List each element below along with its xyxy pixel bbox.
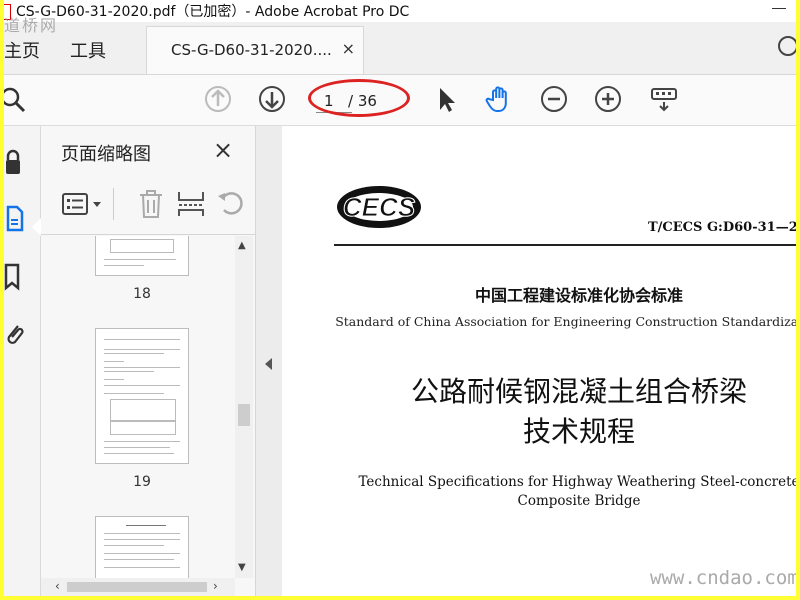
minimize-button[interactable]	[772, 8, 786, 9]
pdf-page: CECS T/CECS G:D60-31—202 中国工程建设标准化协会标准 S…	[282, 126, 796, 596]
thumb-line	[104, 385, 180, 386]
thumb-line	[104, 371, 154, 372]
logo-text: CECS	[343, 192, 416, 222]
close-tab-icon[interactable]: ×	[342, 39, 355, 58]
thumb-line	[104, 353, 164, 354]
zoom-out-icon[interactable]	[538, 83, 570, 115]
thumb-line	[104, 367, 180, 368]
organization-name-cn: 中国工程建设标准化协会标准	[474, 286, 683, 305]
insert-pages-icon[interactable]	[175, 188, 207, 220]
tab-tools[interactable]: 工具	[70, 37, 106, 63]
document-title-cn-line1: 公路耐候钢混凝土组合桥梁	[410, 375, 747, 408]
arrow-up-circle-icon[interactable]	[202, 83, 234, 115]
document-tab[interactable]: CS-G-D60-31-2020.... ×	[146, 26, 364, 74]
thumbnail-label: 19	[133, 474, 151, 490]
thumb-line	[104, 265, 144, 266]
collapse-panel-icon[interactable]	[265, 358, 272, 370]
thumb-line	[104, 545, 164, 546]
site-watermark: www.cndao.com	[650, 567, 796, 589]
trash-icon[interactable]	[135, 188, 167, 220]
thumbnail-label: 18	[133, 286, 151, 302]
page-thumbnails-icon[interactable]	[4, 204, 34, 234]
thumb-table	[110, 399, 176, 421]
thumb-table	[110, 239, 174, 253]
thumb-line	[104, 393, 164, 394]
thumbnail-list[interactable]: 18 19	[41, 236, 237, 578]
thumb-line	[104, 259, 176, 260]
standard-code: T/CECS G:D60-31—202	[648, 220, 796, 235]
rotate-icon[interactable]	[215, 188, 247, 220]
cursor-arrow-icon[interactable]	[430, 83, 462, 115]
scroll-right-icon[interactable]: ›	[213, 579, 218, 593]
document-title-cn-line2: 技术规程	[522, 415, 635, 448]
window-title: CS-G-D60-31-2020.pdf（已加密）- Adobe Acrobat…	[16, 4, 410, 20]
attachment-icon[interactable]	[4, 320, 34, 350]
hand-icon[interactable]	[484, 83, 516, 115]
tab-bar: 主页 工具 CS-G-D60-31-2020.... ×	[4, 22, 796, 75]
scroll-up-icon[interactable]: ▲	[238, 240, 246, 251]
options-menu-icon[interactable]	[61, 188, 105, 220]
page-thumbnails-panel: 页面缩略图 × 18 19 ▲ ▼ ‹ ›	[41, 126, 256, 596]
thumbnail-page-19[interactable]	[95, 328, 189, 464]
thumb-table	[110, 421, 176, 435]
lock-icon[interactable]	[4, 148, 34, 178]
thumb-line	[104, 361, 124, 362]
title-bar: CS-G-D60-31-2020.pdf（已加密）- Adobe Acrobat…	[4, 0, 796, 22]
red-highlight-ellipse	[308, 79, 410, 117]
help-icon[interactable]	[768, 32, 796, 60]
search-icon[interactable]	[4, 83, 30, 115]
document-title-en-line1: Technical Specifications for Highway Wea…	[358, 474, 796, 490]
active-panel-marker	[32, 218, 41, 236]
thumb-line	[104, 379, 124, 380]
toolbar-separator	[113, 188, 114, 220]
scrollbar-thumb[interactable]	[238, 404, 250, 426]
scroll-down-icon[interactable]: ▼	[238, 562, 246, 573]
thumb-line	[104, 441, 180, 442]
zoom-in-icon[interactable]	[592, 83, 624, 115]
thumb-line	[104, 559, 174, 560]
thumb-line	[104, 349, 180, 350]
keyboard-tools-icon[interactable]	[648, 83, 680, 115]
header-rule	[334, 244, 796, 246]
panel-splitter[interactable]	[256, 126, 282, 596]
acrobat-window: CS-G-D60-31-2020.pdf（已加密）- Adobe Acrobat…	[4, 0, 796, 596]
thumb-line	[104, 447, 170, 448]
document-title-en-line2: Composite Bridge	[517, 493, 641, 509]
thumbnail-toolbar	[41, 176, 255, 235]
organization-name-en: Standard of China Association for Engine…	[335, 314, 796, 329]
left-tool-rail	[4, 126, 41, 596]
thumb-line	[104, 553, 180, 554]
top-left-watermark: 道桥网	[4, 16, 59, 35]
thumbnail-vertical-scrollbar[interactable]: ▲ ▼	[235, 236, 253, 578]
scrollbar-thumb[interactable]	[67, 582, 207, 592]
thumbnail-horizontal-scrollbar[interactable]: ‹ ›	[41, 578, 235, 596]
scroll-left-icon[interactable]: ‹	[55, 579, 60, 593]
thumb-line	[104, 567, 180, 568]
tab-home[interactable]: 主页	[4, 37, 40, 63]
thumbnail-page-18[interactable]	[95, 236, 189, 276]
close-panel-icon[interactable]: ×	[213, 136, 233, 164]
thumbnail-page-20[interactable]	[95, 516, 189, 578]
bookmark-icon[interactable]	[4, 262, 34, 292]
thumb-line	[104, 533, 180, 534]
arrow-down-circle-icon[interactable]	[256, 83, 288, 115]
document-view[interactable]: CECS T/CECS G:D60-31—202 中国工程建设标准化协会标准 S…	[282, 126, 796, 596]
thumb-line	[104, 453, 174, 454]
panel-title: 页面缩略图	[61, 144, 151, 165]
thumb-line	[104, 339, 180, 340]
thumb-line	[104, 539, 180, 540]
cecs-logo: CECS	[337, 186, 421, 228]
document-tab-label: CS-G-D60-31-2020....	[171, 41, 332, 59]
main-toolbar: 1 / 36	[4, 75, 796, 126]
thumb-line	[126, 525, 166, 526]
